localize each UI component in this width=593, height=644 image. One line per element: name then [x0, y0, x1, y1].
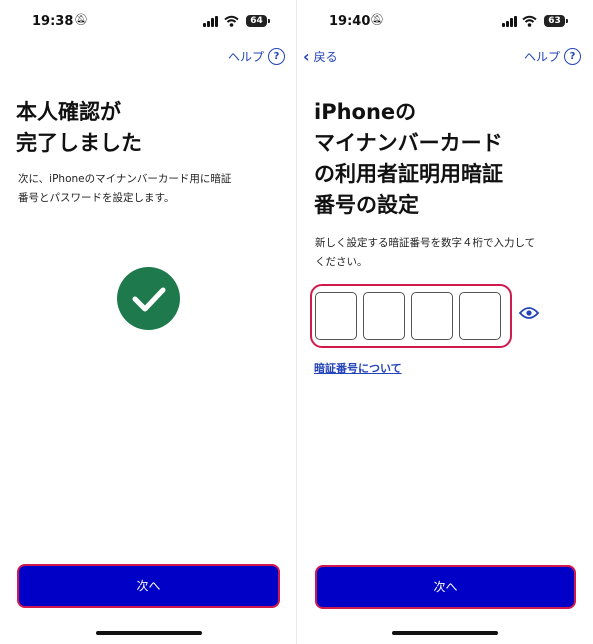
wifi-icon [224, 15, 239, 27]
eye-icon[interactable] [519, 306, 539, 320]
pin-digit-2[interactable] [363, 292, 405, 340]
wifi-icon [522, 15, 537, 27]
status-bar: 19:38 🔕︎ 64 [0, 12, 297, 32]
desc-line: ください。 [315, 256, 368, 268]
desc-line: 新しく設定する暗証番号を数字４桁で入力して [315, 237, 536, 249]
next-button[interactable]: 次へ [317, 567, 574, 607]
status-time: 19:40 [329, 14, 371, 29]
help-button[interactable]: ヘルプ ? [524, 48, 581, 65]
status-time: 19:38 [32, 14, 74, 29]
silent-bell-icon: 🔕︎ [370, 13, 384, 26]
battery-icon: 63 [544, 15, 568, 27]
next-button[interactable]: 次へ [19, 566, 278, 606]
pin-digit-1[interactable] [315, 292, 357, 340]
screen-identity-confirmed: 19:38 🔕︎ 64 ヘルプ ? 本人確認が 完了しました 次に、iPhone… [0, 0, 297, 644]
pin-digit-3[interactable] [411, 292, 453, 340]
pin-input-group [310, 284, 512, 348]
home-indicator [96, 631, 202, 635]
about-pin-link[interactable]: 暗証番号について [314, 360, 402, 376]
title-line: マイナンバーカード [314, 131, 503, 155]
screen-pin-setup: 19:40 🔕︎ 63 ‹ 戻る ヘルプ ? iPhoneの マイナンバーカード… [297, 0, 593, 644]
back-label: 戻る [313, 50, 338, 64]
desc-line: 次に、iPhoneのマイナンバーカード用に暗証 [18, 173, 232, 185]
battery-icon: 64 [246, 15, 270, 27]
chevron-left-icon: ‹ [303, 46, 310, 66]
silent-bell-icon: 🔕︎ [74, 13, 88, 26]
title-line: 完了しました [16, 131, 142, 155]
back-button[interactable]: ‹ 戻る [303, 48, 338, 65]
page-title: iPhoneの マイナンバーカード の利用者証明用暗証 番号の設定 [314, 97, 503, 221]
nav-bar: ヘルプ ? [0, 46, 297, 68]
desc-line: 番号とパスワードを設定します。 [18, 192, 175, 204]
pin-digit-4[interactable] [459, 292, 501, 340]
title-line: iPhoneの [314, 100, 417, 124]
checkmark-icon [132, 287, 165, 311]
check-circle-icon [117, 267, 180, 330]
help-label: ヘルプ [523, 50, 560, 64]
help-button[interactable]: ヘルプ ? [228, 48, 285, 65]
signal-icon [203, 16, 219, 27]
title-line: の利用者証明用暗証 [314, 162, 503, 186]
page-title: 本人確認が 完了しました [16, 97, 142, 159]
help-label: ヘルプ [227, 50, 264, 64]
description: 新しく設定する暗証番号を数字４桁で入力して ください。 [315, 234, 535, 272]
nav-bar: ‹ 戻る ヘルプ ? [297, 46, 593, 68]
description: 次に、iPhoneのマイナンバーカード用に暗証 番号とパスワードを設定します。 [18, 170, 231, 208]
question-circle-icon: ? [268, 48, 285, 65]
title-line: 本人確認が [16, 100, 121, 124]
question-circle-icon: ? [564, 48, 581, 65]
home-indicator [392, 631, 498, 635]
status-bar: 19:40 🔕︎ 63 [297, 12, 593, 32]
signal-icon [502, 16, 518, 27]
title-line: 番号の設定 [314, 193, 419, 217]
